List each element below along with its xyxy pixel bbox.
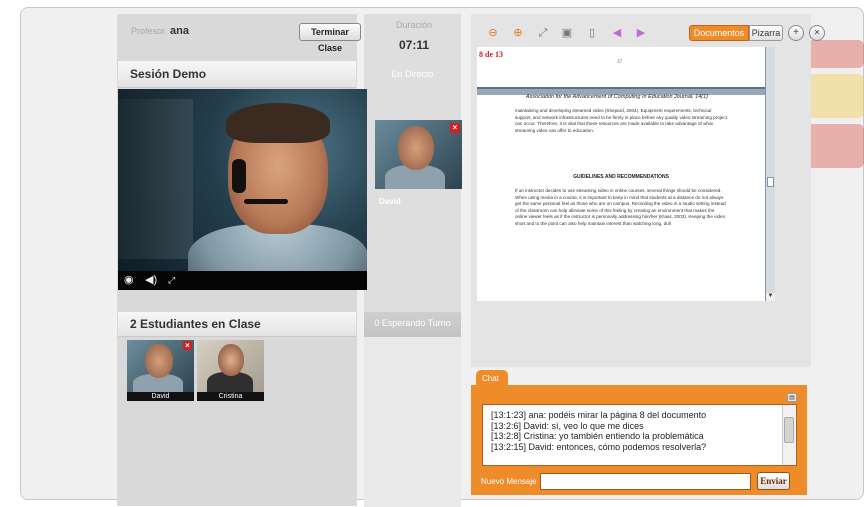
teacher-name: ana bbox=[170, 25, 189, 37]
main-video[interactable]: ◉ ◀) ⤢ bbox=[118, 89, 367, 290]
scrollbar-thumb[interactable] bbox=[784, 417, 794, 443]
next-page-icon[interactable]: ▶ bbox=[634, 26, 648, 40]
tab-chat[interactable]: Chat bbox=[476, 370, 508, 386]
tab-documents[interactable]: Documentos bbox=[689, 25, 749, 41]
student-video[interactable] bbox=[197, 340, 264, 392]
document-page-previous: 8 de 13 37 bbox=[477, 47, 765, 89]
camera-icon[interactable]: ◉ bbox=[124, 273, 134, 287]
chat-log: [13:1:23] ana: podéis mirar la página 8 … bbox=[482, 404, 797, 466]
live-label: En Directo bbox=[391, 69, 434, 79]
fit-page-icon[interactable]: ▣ bbox=[560, 26, 574, 40]
chat-message: [13:1:23] ana: podéis mirar la página 8 … bbox=[491, 410, 707, 420]
page-number: 37 bbox=[617, 60, 622, 65]
document-viewer[interactable]: 8 de 13 37 Association for the Advanceme… bbox=[477, 47, 775, 301]
close-icon[interactable]: × bbox=[450, 123, 460, 133]
document-scrollbar[interactable]: ▼ bbox=[765, 47, 775, 301]
live-participant-video[interactable]: × bbox=[375, 120, 462, 189]
page-counter: 8 de 13 bbox=[479, 50, 503, 59]
volume-icon[interactable]: ◀) bbox=[145, 273, 157, 287]
close-icon[interactable]: × bbox=[183, 341, 192, 350]
duration-label: Duración bbox=[395, 20, 433, 30]
lock-icon[interactable]: ▤ bbox=[787, 393, 797, 402]
document-running-header: Association for the Advancement of Compu… bbox=[525, 94, 708, 100]
video-background-left bbox=[118, 99, 193, 259]
chat-message: [13:2:8] Cristina: yo también entiendo l… bbox=[491, 431, 704, 441]
chat-message: [13:2:15] David: entonces, cómo podemos … bbox=[491, 441, 707, 452]
waiting-list bbox=[364, 337, 461, 507]
fit-width-icon[interactable]: ⤢ bbox=[536, 26, 550, 40]
new-message-input[interactable] bbox=[540, 473, 751, 490]
tab-board[interactable]: Pizarra bbox=[749, 25, 783, 41]
thumb-face bbox=[218, 344, 244, 376]
scroll-down-icon[interactable]: ▼ bbox=[766, 293, 775, 301]
thumb-face bbox=[145, 344, 173, 378]
zoom-out-icon[interactable]: ⊖ bbox=[486, 26, 500, 40]
video-presenter-hair bbox=[226, 103, 330, 143]
document-section-title: GUIDELINES AND RECOMMENDATIONS bbox=[573, 174, 669, 180]
student-name: Cristina bbox=[197, 392, 264, 401]
add-icon[interactable]: + bbox=[788, 25, 804, 41]
student-name: David bbox=[127, 392, 194, 401]
session-title: Sesión Demo bbox=[130, 67, 207, 81]
duration-value: 07:11 bbox=[398, 38, 430, 52]
thumb-face bbox=[398, 126, 434, 170]
document-paragraph: If an instructor decides to use streamin… bbox=[515, 188, 726, 226]
microphone-icon bbox=[244, 199, 288, 204]
fullscreen-icon[interactable]: ⤢ bbox=[168, 273, 175, 287]
students-title: 2 Estudiantes en Clase bbox=[130, 317, 261, 331]
single-page-icon[interactable]: ▯ bbox=[585, 26, 599, 40]
previous-page-icon[interactable]: ◀ bbox=[610, 26, 624, 40]
expand-icon[interactable]: ✕ bbox=[809, 25, 825, 41]
scrollbar-thumb[interactable] bbox=[767, 177, 774, 187]
end-class-button[interactable]: Terminar Clase bbox=[299, 23, 361, 53]
send-button[interactable]: Enviar bbox=[757, 472, 790, 490]
headset-icon bbox=[232, 159, 246, 193]
new-message-label: Nuevo Mensaje bbox=[481, 477, 537, 486]
student-video[interactable]: × bbox=[127, 340, 194, 392]
chat-scrollbar[interactable] bbox=[782, 405, 795, 465]
video-controls: ◉ ◀) ⤢ bbox=[118, 271, 367, 290]
document-paragraph: maintaining and developing streamed vide… bbox=[515, 108, 727, 133]
teacher-label: Profesor bbox=[131, 26, 166, 36]
chat-message: [13:2:6] David: sí, veo lo que me dices bbox=[491, 420, 644, 431]
waiting-title: 0 Esperando Turno bbox=[374, 318, 451, 328]
zoom-in-icon[interactable]: ⊕ bbox=[511, 26, 525, 40]
live-participant-name: David bbox=[379, 197, 401, 206]
